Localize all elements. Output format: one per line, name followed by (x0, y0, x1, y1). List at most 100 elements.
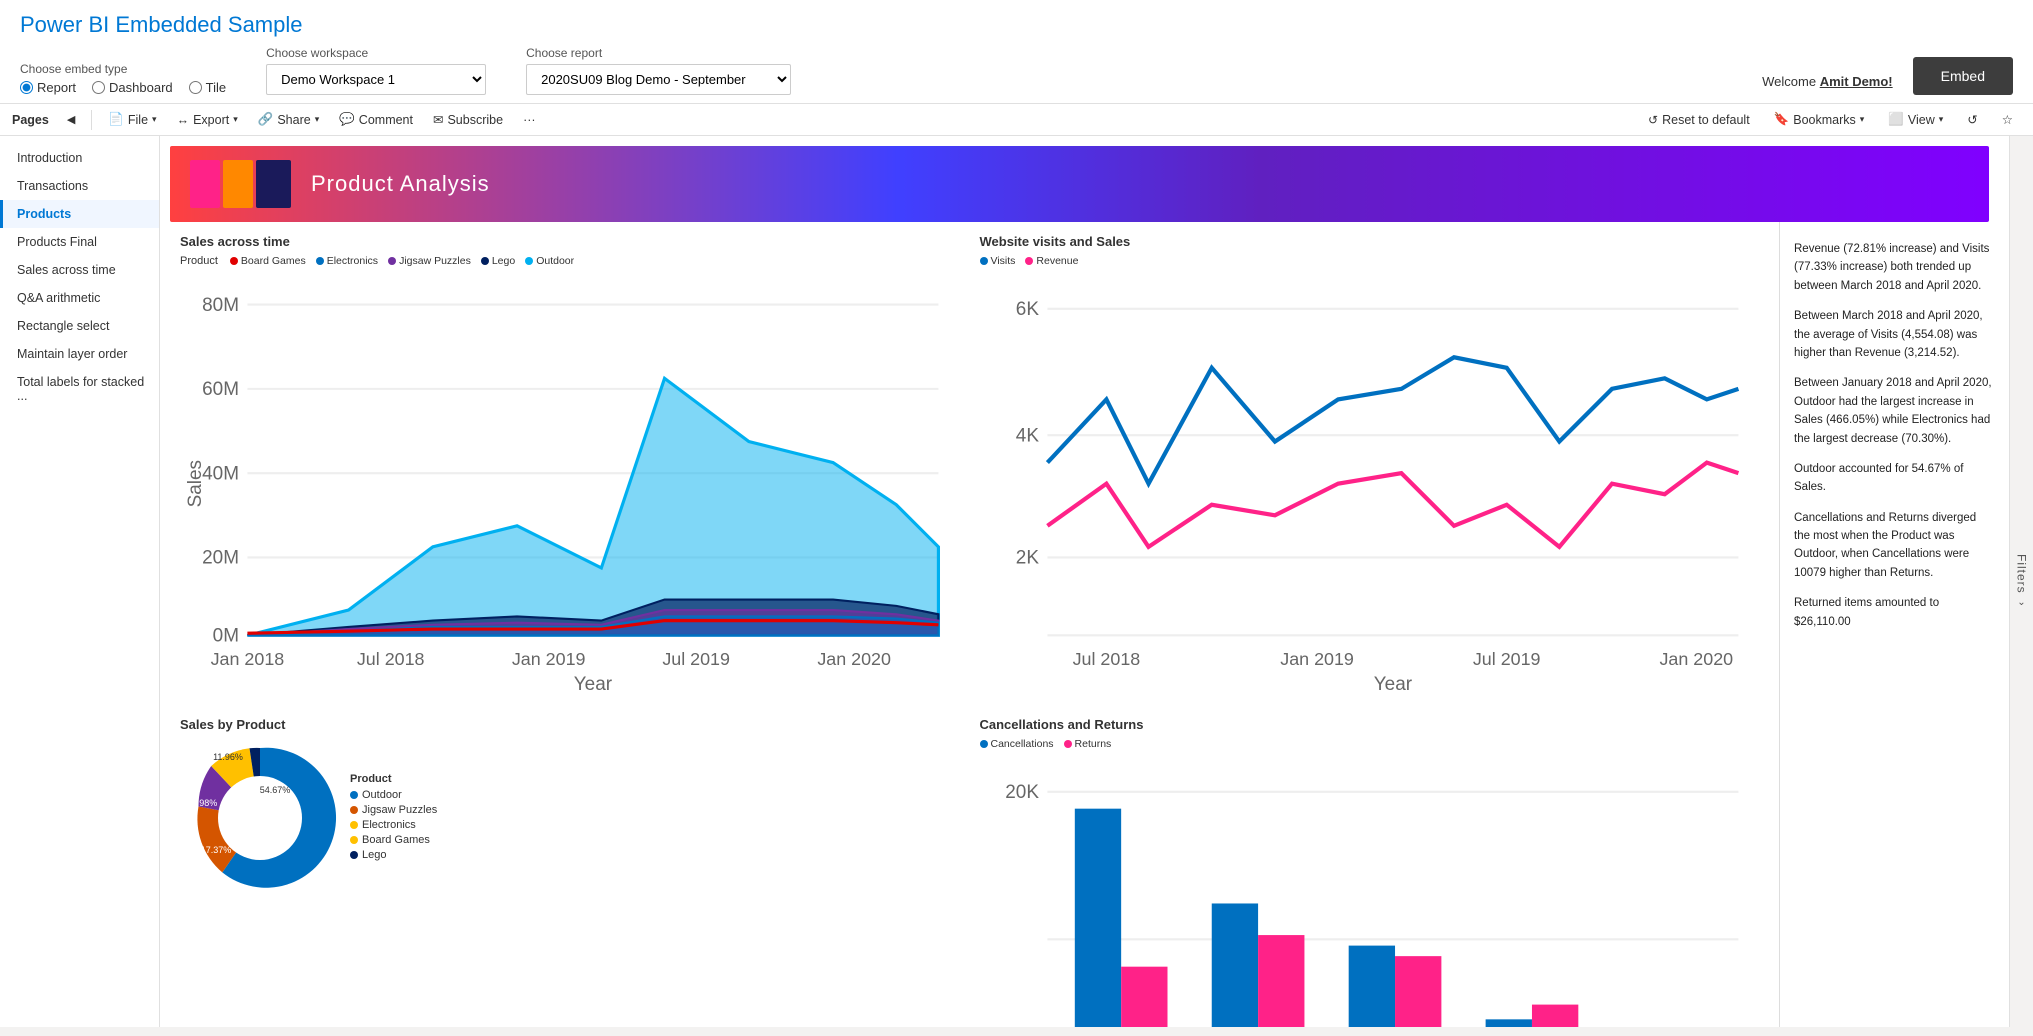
svg-text:4K: 4K (1015, 426, 1039, 447)
info-p5: Cancellations and Returns diverged the m… (1794, 509, 1995, 583)
collapse-pages-button[interactable]: ◀ (59, 109, 83, 130)
more-button[interactable]: ··· (515, 109, 544, 131)
export-button[interactable]: ↔ Export ▾ (169, 109, 246, 131)
outdoor-dot (525, 257, 533, 265)
filters-chevron: ⌄ (2016, 597, 2027, 609)
jigsaw-label: 17.37% (201, 845, 232, 855)
sales-across-time-section: Sales across time Product Board Games El… (170, 222, 970, 705)
welcome-text: Welcome Amit Demo! (1762, 74, 1893, 95)
svg-text:Jan 2019: Jan 2019 (1280, 649, 1354, 669)
svg-text:40M: 40M (202, 463, 239, 484)
revenue-dot (1025, 257, 1033, 265)
info-p1: Revenue (72.81% increase) and Visits (77… (1794, 240, 1995, 295)
reset-icon: ↺ (1648, 113, 1658, 127)
lego-dot (481, 257, 489, 265)
top-bar: Power BI Embedded Sample Choose embed ty… (0, 0, 2033, 104)
bookmarks-chevron: ▾ (1860, 114, 1865, 125)
sidebar-item-introduction[interactable]: Introduction (0, 144, 159, 172)
legend-electronics: Electronics (316, 255, 378, 267)
subscribe-icon: ✉ (433, 112, 443, 127)
workspace-select[interactable]: Demo Workspace 1 Demo Workspace 2 (266, 64, 486, 95)
donut-legend: Product Outdoor Jigsaw Puzzles (350, 773, 437, 864)
toolbar-right: ↺ Reset to default 🔖 Bookmarks ▾ ⬜ View … (1640, 108, 2021, 131)
radio-report[interactable]: Report (20, 80, 76, 95)
donut-legend-jigsaw: Jigsaw Puzzles (350, 804, 437, 816)
donut-board-games-dot (350, 836, 358, 844)
svg-text:Jul 2018: Jul 2018 (357, 649, 425, 669)
subscribe-button[interactable]: ✉ Subscribe (425, 108, 511, 131)
board-games-label: 11.96% (213, 752, 243, 762)
report-select[interactable]: 2020SU09 Blog Demo - September (526, 64, 791, 95)
sidebar-item-sales-across-time[interactable]: Sales across time (0, 256, 159, 284)
embed-type-radio-group: Report Dashboard Tile (20, 80, 226, 95)
svg-text:2K: 2K (1015, 548, 1039, 569)
toolbar-separator-1 (91, 110, 92, 130)
content-wrapper: Sales across time Product Board Games El… (160, 222, 2009, 1027)
svg-text:Jul 2019: Jul 2019 (662, 649, 730, 669)
info-p4: Outdoor accounted for 54.67% of Sales. (1794, 460, 1995, 497)
share-icon: 🔗 (258, 112, 274, 127)
visits-dot (980, 257, 988, 265)
reset-button[interactable]: ↺ Reset to default (1640, 109, 1758, 131)
website-visits-chart: 6K 4K 2K (980, 273, 1760, 694)
share-button[interactable]: 🔗 Share ▾ (250, 108, 327, 131)
bookmarks-button[interactable]: 🔖 Bookmarks ▾ (1766, 108, 1873, 131)
share-chevron: ▾ (315, 114, 320, 125)
legend-lego: Lego (481, 255, 515, 267)
report-select-group: Choose report 2020SU09 Blog Demo - Septe… (526, 46, 791, 95)
bar-elec-returns (1258, 935, 1304, 1027)
outdoor-label: 54.67% (260, 785, 291, 795)
donut-legend-electronics: Electronics (350, 819, 437, 831)
charts-grid: Sales across time Product Board Games El… (160, 222, 1779, 1027)
legend-outdoor: Outdoor (525, 255, 574, 267)
radio-dashboard[interactable]: Dashboard (92, 80, 173, 95)
export-icon: ↔ (177, 113, 190, 127)
legend-visits: Visits (980, 255, 1016, 267)
svg-text:Jan 2019: Jan 2019 (512, 649, 586, 669)
donut-legend-header: Product (350, 773, 437, 785)
donut-lego-dot (350, 851, 358, 859)
svg-text:20K: 20K (1005, 782, 1039, 803)
bar-board-cancel (1485, 1020, 1531, 1027)
sidebar-item-products-final[interactable]: Products Final (0, 228, 159, 256)
workspace-label: Choose workspace (266, 46, 486, 60)
view-button[interactable]: ⬜ View ▾ (1880, 108, 1951, 131)
filters-sidebar[interactable]: Filters ⌄ (2009, 136, 2033, 1027)
view-icon: ⬜ (1888, 112, 1904, 127)
donut-electronics-dot (350, 821, 358, 829)
bar-jigsaw-cancel (1348, 946, 1394, 1027)
embed-button[interactable]: Embed (1913, 57, 2013, 95)
file-button[interactable]: 📄 File ▾ (100, 108, 164, 131)
bar-board-returns (1531, 1005, 1577, 1027)
sidebar-item-transactions[interactable]: Transactions (0, 172, 159, 200)
sidebar-item-qa-arithmetic[interactable]: Q&A arithmetic (0, 284, 159, 312)
product-analysis-title: Product Analysis (311, 171, 490, 197)
sidebar-item-products[interactable]: Products (0, 200, 159, 228)
square-dark (256, 160, 291, 208)
svg-text:0M: 0M (213, 626, 239, 647)
svg-text:Jan 2020: Jan 2020 (817, 649, 891, 669)
radio-tile[interactable]: Tile (189, 80, 226, 95)
sales-across-time-title: Sales across time (180, 234, 960, 249)
collapse-icon: ◀ (67, 113, 75, 126)
cancellations-section: Cancellations and Returns Cancellations … (970, 705, 1770, 1027)
sidebar-item-maintain-layer-order[interactable]: Maintain layer order (0, 340, 159, 368)
svg-text:Jan 2018: Jan 2018 (211, 649, 285, 669)
svg-text:Jul 2018: Jul 2018 (1072, 649, 1140, 669)
sidebar-item-total-labels[interactable]: Total labels for stacked ... (0, 368, 159, 410)
bar-elec-cancel (1211, 904, 1257, 1027)
sidebar-item-rectangle-select[interactable]: Rectangle select (0, 312, 159, 340)
comment-button[interactable]: 💬 Comment (331, 108, 421, 131)
report-label: Choose report (526, 46, 791, 60)
refresh-button[interactable]: ↺ (1959, 108, 1985, 131)
electronics-label: 12.98% (187, 798, 218, 808)
sales-across-time-chart: 80M 60M 40M 20M 0M Sales (180, 273, 960, 694)
donut-legend-lego: Lego (350, 849, 437, 861)
sales-by-product-title: Sales by Product (180, 717, 960, 732)
info-p3: Between January 2018 and April 2020, Out… (1794, 374, 1995, 448)
favorite-button[interactable]: ☆ (1994, 108, 2021, 131)
legend-returns: Returns (1064, 738, 1112, 750)
info-p6: Returned items amounted to $26,110.00 (1794, 594, 1995, 631)
embed-type-section: Choose embed type Report Dashboard Tile (20, 62, 226, 95)
favorite-icon: ☆ (2002, 112, 2013, 127)
